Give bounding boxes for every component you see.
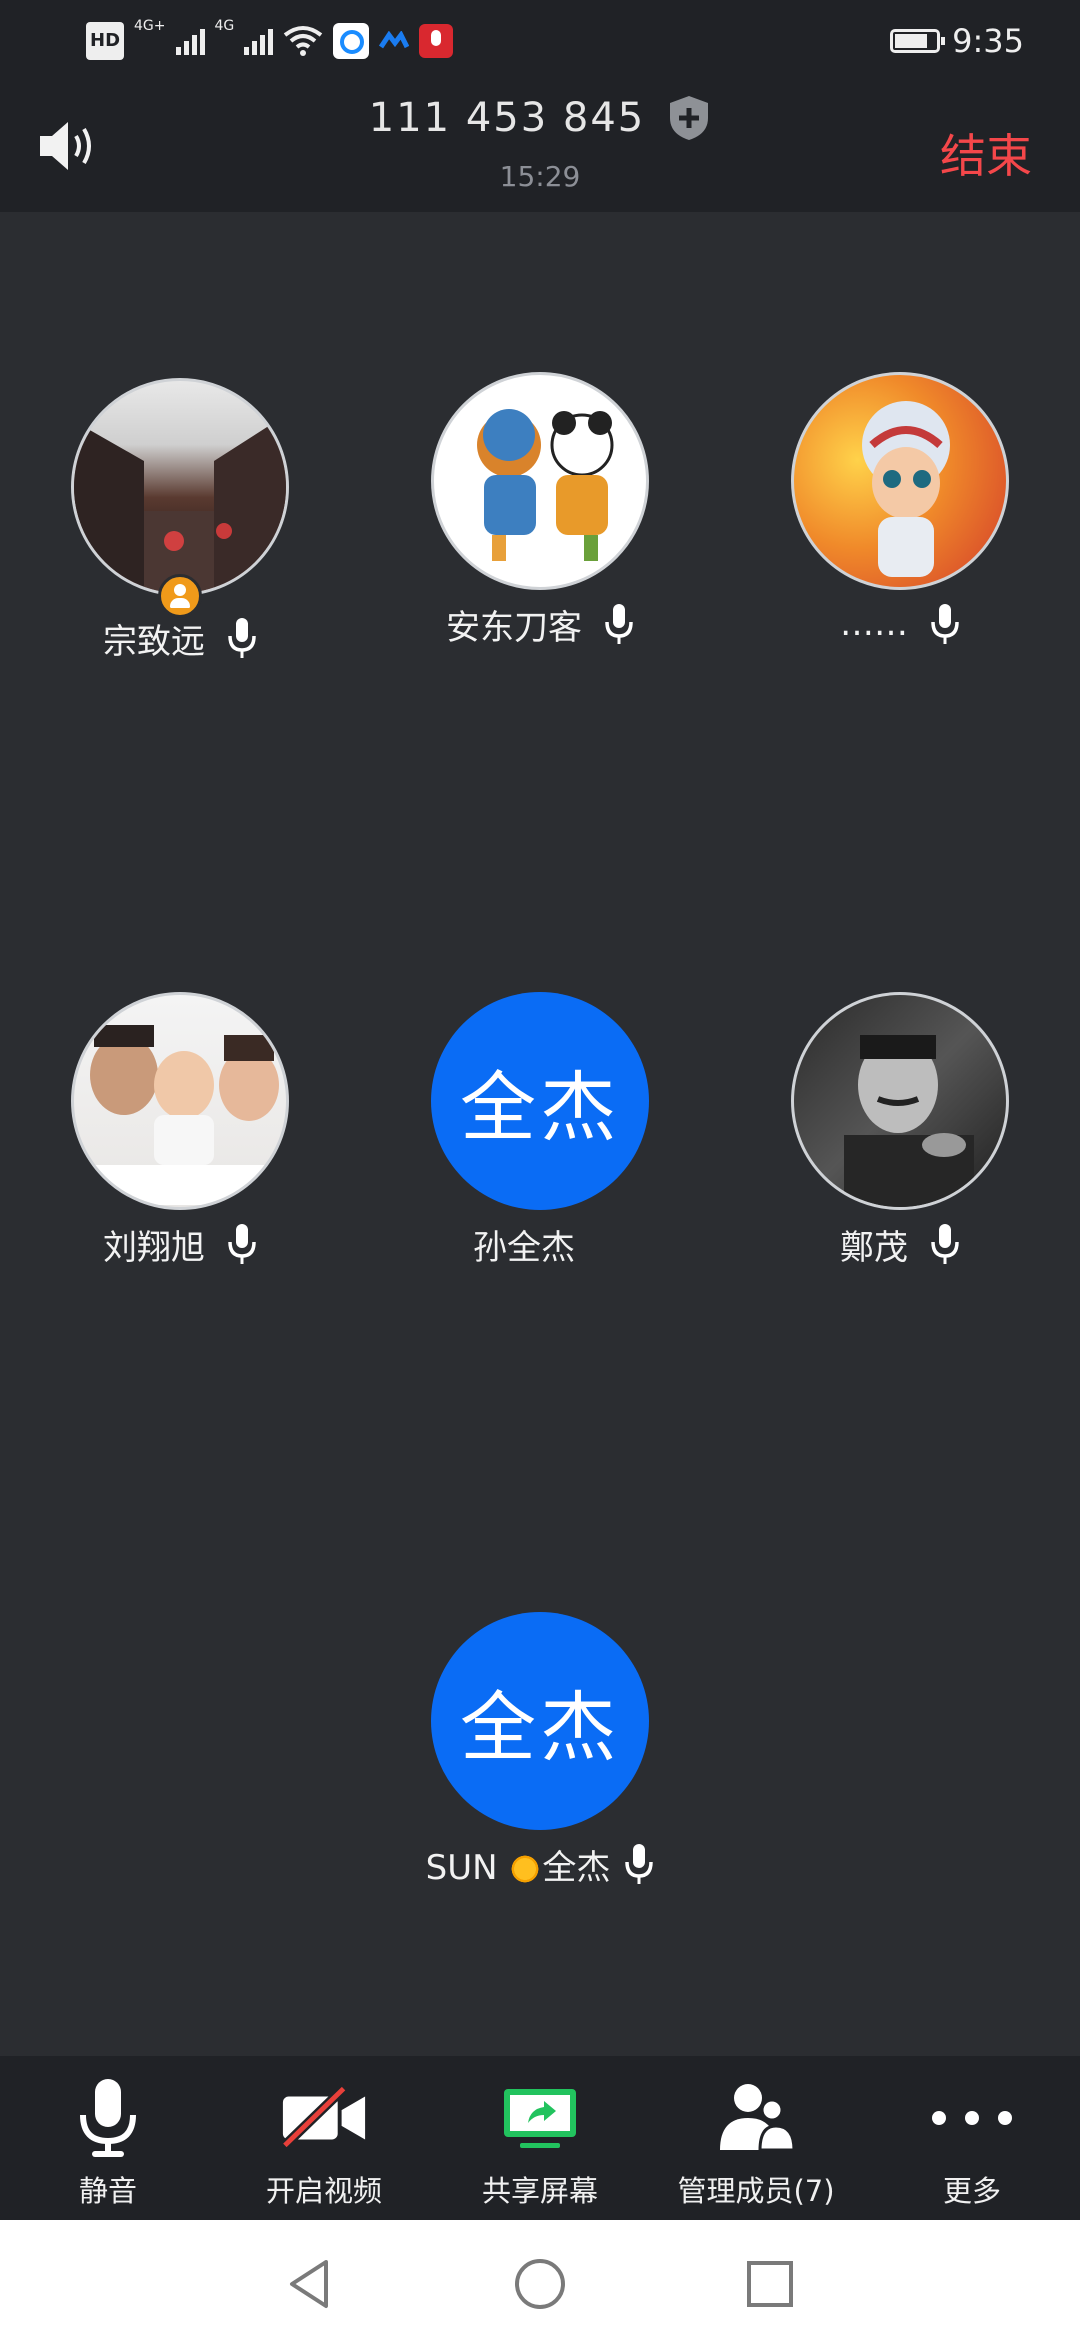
meeting-header: 111 453 845 15:29 结束 (0, 80, 1080, 212)
tool-icon-wrap (279, 2076, 369, 2160)
avatar (431, 372, 649, 590)
participant-tile[interactable]: 刘翔旭 (0, 992, 360, 1268)
more-button[interactable]: 更多 (864, 2056, 1080, 2220)
status-time: 9:35 (952, 22, 1024, 60)
start-video-label: 开启视频 (265, 2174, 382, 2208)
participant-name-row: 孙全杰 (360, 1220, 720, 1268)
share-screen-icon (504, 2089, 576, 2148)
street-photo (74, 414, 286, 593)
participant-tile[interactable]: 鄭茂 (720, 992, 1080, 1268)
participant-name: 鄭茂 (840, 1227, 908, 1268)
network-type-label-2: 4G (214, 18, 235, 34)
video-off-icon (281, 2086, 366, 2149)
avatar (71, 992, 289, 1210)
tool-icon-wrap (63, 2076, 153, 2160)
tool-icon-wrap (927, 2076, 1017, 2160)
back-icon[interactable] (282, 2256, 338, 2312)
status-icons-right: 9:35 (890, 22, 1024, 60)
status-bar: HD 4G+ 4G 9:35 (0, 0, 1080, 80)
cartoon-avatar (477, 409, 614, 561)
tool-icon-wrap (711, 2076, 801, 2160)
battery-icon (890, 29, 946, 53)
signal-icon (175, 27, 205, 55)
hd-icon: HD (86, 22, 125, 60)
meeting-id-row[interactable]: 111 453 845 (0, 94, 1080, 142)
participant-name: …… (840, 604, 908, 644)
mic-icon (931, 604, 959, 644)
cartoon-avatar (862, 401, 950, 577)
participant-name-row: 宗致远 (0, 614, 360, 662)
avatar: 全杰 (431, 992, 649, 1210)
tool-icon-wrap (495, 2076, 585, 2160)
manage-members-button[interactable]: 管理成员(7) (648, 2056, 864, 2220)
avatar (71, 378, 289, 596)
meeting-id: 111 453 845 (368, 95, 646, 141)
app-notification-icon-2 (379, 31, 410, 49)
end-meeting-button[interactable]: 结束 (940, 120, 1032, 186)
mic-icon (625, 1844, 654, 1884)
participant-name-row: 刘翔旭 (0, 1220, 360, 1268)
mic-icon (605, 604, 633, 644)
mic-icon (931, 1224, 959, 1264)
avatar (791, 992, 1009, 1210)
meeting-toolbar: 静音 开启视频 共享屏幕 管理成员(7) 更多 (0, 2056, 1080, 2220)
family-photo (84, 1025, 284, 1205)
network-type-label: 4G+ (134, 18, 166, 34)
participant-name: 宗致远 (103, 621, 205, 662)
recording-mic-icon (419, 24, 454, 58)
home-icon[interactable] (512, 2256, 568, 2312)
mic-icon (228, 618, 256, 658)
host-badge-icon (158, 574, 202, 618)
participant-name-row: 鄭茂 (720, 1220, 1080, 1268)
manage-members-label: 管理成员(7) (677, 2174, 835, 2208)
participant-name: SUN 全杰 (426, 1840, 611, 1889)
participant-name: 刘翔旭 (103, 1227, 205, 1268)
mute-label: 静音 (78, 2174, 137, 2208)
signal-icon-2 (244, 27, 274, 55)
participant-name-row: SUN 全杰 (360, 1840, 720, 1888)
mic-icon (228, 1224, 256, 1264)
microphone-icon (80, 2079, 136, 2157)
participant-name-suffix: 全杰 (542, 1847, 611, 1888)
share-screen-button[interactable]: 共享屏幕 (432, 2056, 648, 2220)
participant-name-prefix: SUN (425, 1847, 498, 1888)
start-video-button[interactable]: 开启视频 (216, 2056, 432, 2220)
avatar: 全杰 (431, 1612, 649, 1830)
participant-tile[interactable]: 全杰 孙全杰 (360, 992, 720, 1268)
participant-name: 安东刀客 (446, 607, 582, 648)
more-dots-icon (932, 2111, 1012, 2125)
wifi-icon (284, 26, 323, 56)
status-icons-left: HD 4G+ 4G (86, 18, 454, 60)
shield-icon[interactable] (667, 94, 711, 142)
participant-name-row: …… (720, 600, 1080, 648)
sun-emoji-icon (508, 1852, 543, 1886)
members-icon (720, 2084, 796, 2152)
participant-tile[interactable]: 宗致远 (0, 378, 360, 662)
participant-name: 孙全杰 (473, 1227, 575, 1268)
app-notification-icon (333, 23, 370, 59)
participant-tile[interactable]: 安东刀客 (360, 372, 720, 648)
participant-tile[interactable]: 全杰 SUN 全杰 (360, 1612, 720, 1888)
portrait-photo (844, 1035, 974, 1207)
more-label: 更多 (942, 2174, 1001, 2208)
meeting-duration: 15:29 (499, 160, 581, 193)
recents-icon[interactable] (742, 2256, 798, 2312)
participant-name-row: 安东刀客 (360, 600, 720, 648)
system-navigation-bar (0, 2220, 1080, 2340)
participant-tile[interactable]: …… (720, 372, 1080, 648)
mute-button[interactable]: 静音 (0, 2056, 216, 2220)
share-screen-label: 共享屏幕 (481, 2174, 598, 2208)
avatar (791, 372, 1009, 590)
